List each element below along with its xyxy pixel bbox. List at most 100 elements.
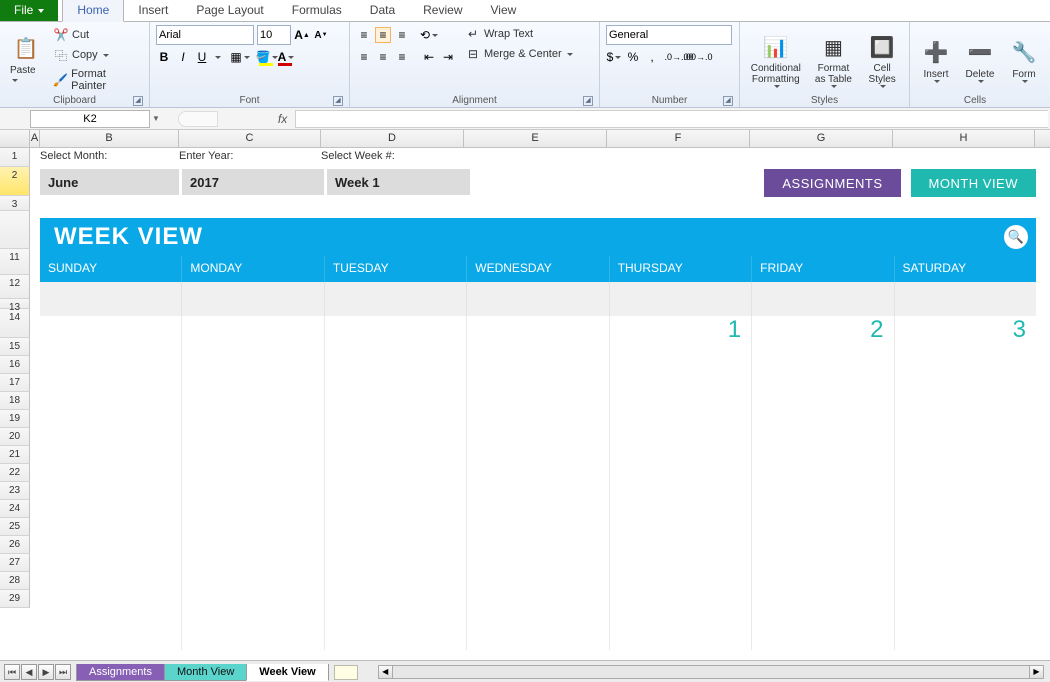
tab-formulas[interactable]: Formulas <box>278 0 356 21</box>
percent-icon[interactable]: % <box>625 49 641 65</box>
row-16[interactable]: 16 <box>0 356 30 374</box>
decrease-decimal-icon[interactable]: .00→.0 <box>690 49 706 65</box>
date-mon[interactable] <box>182 316 324 345</box>
underline-button[interactable]: U <box>194 49 210 65</box>
border-button[interactable]: ▦ <box>232 49 248 65</box>
format-painter-button[interactable]: 🖌️Format Painter <box>50 67 143 93</box>
row-29[interactable]: 29 <box>0 590 30 608</box>
date-wed[interactable] <box>467 316 609 345</box>
row-14[interactable]: 14 <box>0 309 30 338</box>
row-23[interactable]: 23 <box>0 482 30 500</box>
name-box[interactable]: K2 <box>30 110 150 128</box>
paste-button[interactable]: 📋 Paste <box>6 25 46 94</box>
formula-input[interactable] <box>295 110 1048 128</box>
row-12[interactable]: 12 <box>0 275 30 299</box>
horizontal-scrollbar[interactable]: ◀ ▶ <box>378 665 1044 679</box>
tab-assignments[interactable]: Assignments <box>76 664 165 681</box>
month-cell[interactable]: June <box>40 169 179 195</box>
merge-center-button[interactable]: ⊟Merge & Center <box>462 45 576 63</box>
namebox-dropdown[interactable]: ▼ <box>152 114 160 123</box>
comma-icon[interactable]: , <box>644 49 660 65</box>
tab-view[interactable]: View <box>477 0 531 21</box>
date-sun[interactable] <box>40 316 182 345</box>
number-format-select[interactable] <box>606 25 732 45</box>
tab-insert[interactable]: Insert <box>124 0 182 21</box>
delete-cells-button[interactable]: ➖Delete <box>960 25 1000 94</box>
row-18[interactable]: 18 <box>0 392 30 410</box>
col-D[interactable]: D <box>321 130 464 147</box>
align-middle-icon[interactable]: ≡ <box>375 27 391 43</box>
nav-last-icon[interactable]: ⏭ <box>55 664 71 680</box>
scroll-right-icon[interactable]: ▶ <box>1029 666 1043 678</box>
cell-styles-button[interactable]: 🔲CellStyles <box>861 25 903 94</box>
assignments-button[interactable]: ASSIGNMENTS <box>764 169 900 197</box>
col-C[interactable]: C <box>179 130 321 147</box>
alignment-launcher[interactable]: ◢ <box>583 96 593 106</box>
tab-week-view[interactable]: Week View <box>246 664 328 681</box>
copy-button[interactable]: ⿻Copy <box>50 46 143 64</box>
underline-dropdown[interactable] <box>213 51 221 63</box>
clipboard-launcher[interactable]: ◢ <box>133 96 143 106</box>
align-bottom-icon[interactable]: ≡ <box>394 27 410 43</box>
worksheet[interactable]: Select Month: Enter Year: Select Week #:… <box>30 148 1050 650</box>
row-20[interactable]: 20 <box>0 428 30 446</box>
row-13[interactable]: 13 <box>0 299 30 309</box>
number-launcher[interactable]: ◢ <box>723 96 733 106</box>
align-top-icon[interactable]: ≡ <box>356 27 372 43</box>
col-H[interactable]: H <box>893 130 1035 147</box>
row-21[interactable]: 21 <box>0 446 30 464</box>
fill-color-button[interactable]: 🪣 <box>259 49 275 65</box>
align-left-icon[interactable]: ≡ <box>356 49 372 65</box>
bold-button[interactable]: B <box>156 49 172 65</box>
month-view-button[interactable]: MONTH VIEW <box>911 169 1037 197</box>
row-25[interactable]: 25 <box>0 518 30 536</box>
tab-month-view[interactable]: Month View <box>164 664 247 681</box>
nav-first-icon[interactable]: ⏮ <box>4 664 20 680</box>
file-menu[interactable]: File <box>0 0 58 21</box>
col-B[interactable]: B <box>40 130 179 147</box>
italic-button[interactable]: I <box>175 49 191 65</box>
new-sheet-icon[interactable] <box>334 665 358 680</box>
tab-data[interactable]: Data <box>356 0 409 21</box>
row-27[interactable]: 27 <box>0 554 30 572</box>
grow-font-icon[interactable]: A▲ <box>294 27 310 43</box>
date-sat[interactable]: 3 <box>895 316 1036 345</box>
nav-prev-icon[interactable]: ◀ <box>21 664 37 680</box>
insert-cells-button[interactable]: ➕Insert <box>916 25 956 94</box>
col-G[interactable]: G <box>750 130 893 147</box>
increase-indent-icon[interactable]: ⇥ <box>440 49 456 65</box>
select-all-corner[interactable] <box>0 130 30 147</box>
col-A[interactable]: A <box>30 130 40 147</box>
row-title[interactable] <box>0 211 30 249</box>
row-15[interactable]: 15 <box>0 338 30 356</box>
row-26[interactable]: 26 <box>0 536 30 554</box>
font-name-select[interactable] <box>156 25 254 45</box>
date-fri[interactable]: 2 <box>752 316 894 345</box>
row-11[interactable]: 11 <box>0 249 30 275</box>
row-17[interactable]: 17 <box>0 374 30 392</box>
nav-next-icon[interactable]: ▶ <box>38 664 54 680</box>
align-right-icon[interactable]: ≡ <box>394 49 410 65</box>
align-center-icon[interactable]: ≡ <box>375 49 391 65</box>
row-28[interactable]: 28 <box>0 572 30 590</box>
conditional-formatting-button[interactable]: 📊ConditionalFormatting <box>746 25 806 94</box>
format-cells-button[interactable]: 🔧Form <box>1004 25 1044 94</box>
tab-home[interactable]: Home <box>62 0 124 22</box>
font-color-button[interactable]: A <box>278 49 294 65</box>
search-icon[interactable]: 🔍 <box>1004 225 1028 249</box>
tab-review[interactable]: Review <box>409 0 476 21</box>
row-3[interactable]: 3 <box>0 196 30 211</box>
row-22[interactable]: 22 <box>0 464 30 482</box>
cut-button[interactable]: ✂️Cut <box>50 26 143 44</box>
date-tue[interactable] <box>325 316 467 345</box>
week-body[interactable] <box>40 345 1036 650</box>
fx-icon[interactable]: fx <box>278 112 287 126</box>
scroll-left-icon[interactable]: ◀ <box>379 666 393 678</box>
row-19[interactable]: 19 <box>0 410 30 428</box>
font-launcher[interactable]: ◢ <box>333 96 343 106</box>
week-cell[interactable]: Week 1 <box>327 169 470 195</box>
row-24[interactable]: 24 <box>0 500 30 518</box>
date-thu[interactable]: 1 <box>610 316 752 345</box>
tab-page-layout[interactable]: Page Layout <box>182 0 277 21</box>
shrink-font-icon[interactable]: A▼ <box>313 27 329 43</box>
